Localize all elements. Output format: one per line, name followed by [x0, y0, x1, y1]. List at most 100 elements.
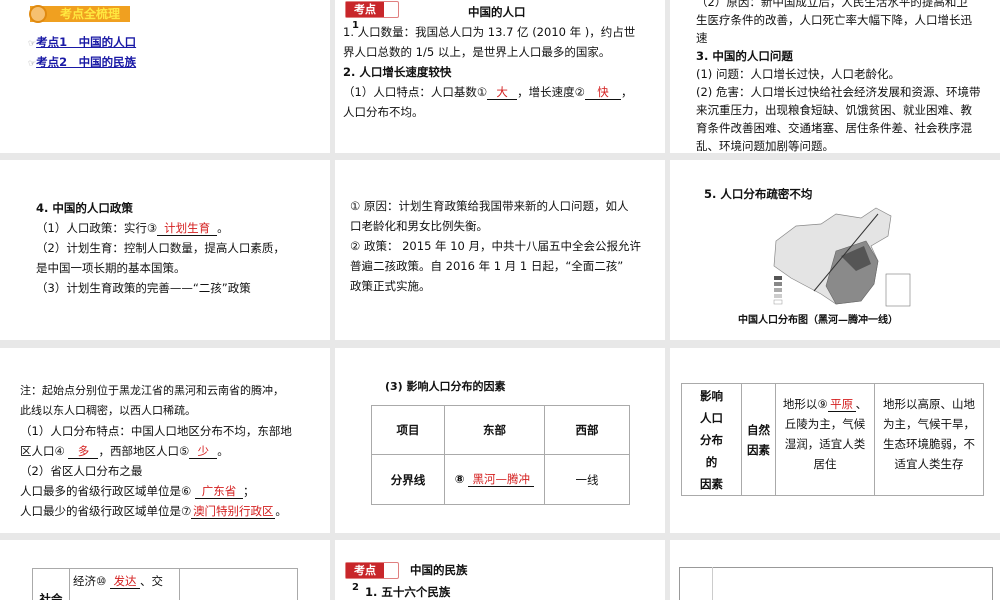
- text: 。: [217, 221, 229, 235]
- slide-8-factors-table[interactable]: (3) 影响人口分布的因素 项目 东部 西部 分界线 ⑧ 黑河—腾冲 一线: [335, 348, 665, 533]
- text-line: 政策正式实施。: [350, 279, 431, 293]
- table-cell: 一线: [544, 454, 630, 505]
- text-line: ② 政策： 2015 年 10 月，中共十八届五中全会公报允许: [350, 239, 641, 253]
- table-cell: 地形以⑨ 平原、丘陵为主，气候 湿润，适宜人类 居住: [775, 383, 875, 496]
- pointing-hand-icon: ☞: [28, 59, 37, 69]
- text-line: 生医疗条件的改善，人口死亡率大幅下降，人口增长迅: [696, 13, 972, 27]
- text-line: 1. 人口数量：我国总人口为 13.7 亿 (2010 年 )，约占世: [343, 25, 636, 39]
- text-line: 注：起始点分别位于黑龙江省的黑河和云南省的腾冲，: [20, 384, 284, 397]
- slide-title: 中国的人口: [468, 5, 526, 19]
- table-cell: [179, 568, 298, 600]
- table-cell: 经济⑩ 发达 、交: [69, 568, 180, 600]
- text-line: 普遍二孩政策。自 2016 年 1 月 1 日起，“全面二孩”: [350, 259, 624, 273]
- answer-1: 大: [487, 85, 518, 100]
- text: （1）人口特点：人口基数①: [343, 85, 488, 99]
- text-line: 人口最多的省级行政区域单位是⑥ 广东省；: [20, 481, 254, 502]
- text: 、: [855, 397, 868, 411]
- text-line: 口老龄化和男女比例失衡。: [350, 219, 488, 233]
- table-cell: 自然 因素: [741, 383, 776, 496]
- text: 丘陵为主，气候: [784, 417, 866, 431]
- text: 的: [705, 454, 718, 469]
- natural-factors-table: 影响 人口 分布的因素 自然 因素 地形以⑨ 平原、丘陵为主，气候 湿润，适宜人类 居住 地…: [681, 383, 984, 496]
- text-line: 区人口④ 多，西部地区人口⑤ 少。: [20, 441, 229, 462]
- answer-10: 发达: [109, 574, 140, 589]
- text: 地形以高原、山地: [883, 397, 975, 411]
- text: 地形以⑨: [782, 397, 828, 411]
- link-row: ☞考点2 中国的民族: [28, 52, 136, 75]
- text: 、交: [139, 574, 163, 588]
- section-header: 考点全梳理: [29, 5, 130, 23]
- text-line: 界人口总数的 1/5 以上，是世界上人口最多的国家。: [343, 45, 611, 59]
- text-line: （1）人口政策：实行③ 计划生育。: [36, 218, 229, 239]
- link-topic-1[interactable]: 考点1 中国的人口: [36, 35, 136, 49]
- slide-11-ethnic-groups[interactable]: 考点 2 中国的民族 1. 五十六个民族: [335, 540, 665, 600]
- text: 湿润，适宜人类: [784, 437, 866, 451]
- text: 人口最少的省级行政区域单位是⑦: [20, 504, 192, 518]
- table-cell: 社会: [32, 568, 70, 600]
- map-legend: [773, 276, 783, 305]
- text: ，增长速度②: [517, 85, 585, 99]
- link-topic-2[interactable]: 考点2 中国的民族: [36, 55, 136, 69]
- text-line: （1）人口分布特点：中国人口地区分布不均，东部地: [20, 424, 292, 438]
- table-header: 项目: [371, 405, 445, 455]
- badge-number: 2: [352, 582, 359, 593]
- text: 人口: [700, 410, 723, 425]
- text: 影响: [700, 388, 723, 403]
- table-header: 东部: [444, 405, 545, 455]
- text-line: 人口最少的省级行政区域单位是⑦ 澳门特别行政区。: [20, 501, 287, 522]
- text: ，: [620, 85, 633, 99]
- text: 。: [217, 444, 229, 458]
- china-population-map: [773, 207, 911, 307]
- table-header: 西部: [544, 405, 630, 455]
- slide-1-outline[interactable]: 考点全梳理 ☞考点1 中国的人口 ☞考点2 中国的民族: [0, 0, 330, 153]
- answer-8: 黑河—腾冲: [468, 472, 535, 487]
- table-cell: 地形以高原、山地 为主，气候干旱， 生态环境脆弱，不 适宜人类生存: [874, 383, 984, 496]
- answer-7: 澳门特别行政区: [191, 504, 276, 519]
- factors-table: 项目 东部 西部 分界线 ⑧ 黑河—腾冲 一线: [371, 405, 630, 505]
- table-cell: ⑧ 黑河—腾冲: [444, 454, 545, 505]
- text: ，西部地区人口⑤: [98, 444, 190, 458]
- slide-10-social-factors[interactable]: 社会 经济⑩ 发达 、交: [0, 540, 330, 600]
- slide-2-population[interactable]: 考点 1 中国的人口 1. 人口数量：我国总人口为 13.7 亿 (2010 年…: [335, 0, 665, 153]
- answer-2: 快: [584, 85, 621, 100]
- text: （1）人口政策：实行③: [36, 221, 158, 235]
- text: ；: [242, 484, 255, 498]
- slide-12-table[interactable]: [670, 540, 1000, 600]
- text: ⑧: [454, 472, 465, 486]
- slide-title: 5. 人口分布疏密不均: [704, 187, 813, 201]
- text: 适宜人类生存: [894, 457, 964, 471]
- answer-3: 计划生育: [157, 221, 218, 236]
- answer-5: 少: [189, 444, 218, 459]
- text-line: （2）省区人口分布之最: [20, 464, 143, 478]
- answer-4: 多: [68, 444, 99, 459]
- table-cell: 影响 人口 分布的因素: [681, 383, 742, 496]
- text: 区人口④: [20, 444, 65, 458]
- slide-4-policy[interactable]: 4. 中国的人口政策 （1）人口政策：实行③ 计划生育。 （2）计划生育：控制人口…: [0, 160, 330, 340]
- text: 因素: [747, 442, 770, 457]
- slide-3-problems[interactable]: （2）原因：新中国成立后，人民生活水平的提高和卫 生医疗条件的改善，人口死亡率大…: [670, 0, 1000, 153]
- text: 生态环境脆弱，不: [883, 437, 975, 451]
- text: 因素: [700, 476, 723, 491]
- topic-badge: 考点: [345, 1, 399, 18]
- text-line: （1）人口特点：人口基数① 大，增长速度② 快，: [343, 82, 632, 103]
- slide-6-map[interactable]: 5. 人口分布疏密不均 中国人口分布图（黑河—腾冲一线）: [670, 160, 1000, 340]
- pointing-hand-icon: ☞: [28, 39, 37, 49]
- text-line: ① 原因：计划生育政策给我国带来新的人口问题，如人: [350, 199, 629, 213]
- table-outline: [679, 567, 993, 600]
- text-line: 人口分布不均。: [343, 105, 424, 119]
- slide-9-natural-factors[interactable]: 影响 人口 分布的因素 自然 因素 地形以⑨ 平原、丘陵为主，气候 湿润，适宜人类 居住 地…: [670, 348, 1000, 533]
- topic-badge: 考点: [345, 562, 399, 579]
- slide-7-distribution[interactable]: 注：起始点分别位于黑龙江省的黑河和云南省的腾冲， 此线以东人口稠密，以西人口稀疏…: [0, 348, 330, 533]
- text-line: （3）计划生育政策的完善——“二孩”政策: [36, 281, 251, 295]
- text-line: 1. 五十六个民族: [365, 585, 451, 599]
- map-caption: 中国人口分布图（黑河—腾冲一线）: [738, 315, 898, 326]
- text: 为主，气候干旱，: [883, 417, 975, 431]
- table-cell: 分界线: [371, 454, 445, 505]
- text-line: 4. 中国的人口政策: [36, 201, 133, 215]
- text-line: 此线以东人口稠密，以西人口稀疏。: [20, 404, 196, 417]
- social-factors-table: 社会 经济⑩ 发达 、交: [32, 568, 298, 600]
- text-line: 是中国一项长期的基本国策。: [36, 261, 186, 275]
- slide-5-two-child[interactable]: ① 原因：计划生育政策给我国带来新的人口问题，如人 口老龄化和男女比例失衡。 ②…: [335, 160, 665, 340]
- answer-9: 平原: [827, 397, 856, 412]
- text: 人口最多的省级行政区域单位是⑥: [20, 484, 192, 498]
